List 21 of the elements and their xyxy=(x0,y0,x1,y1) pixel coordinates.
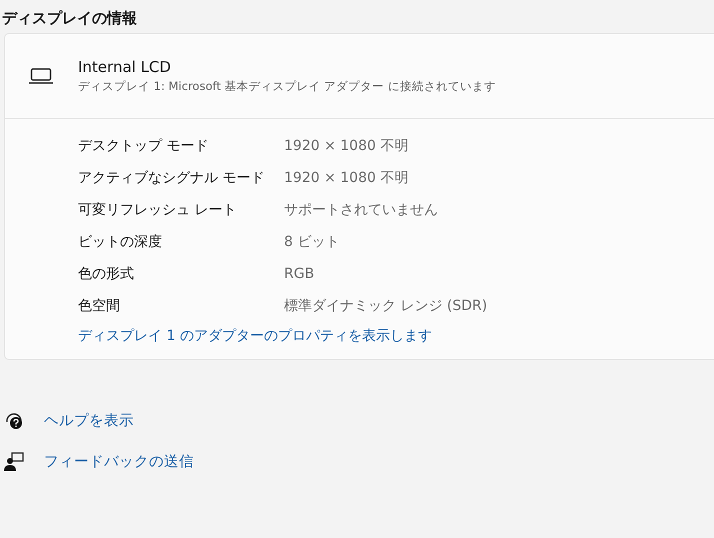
property-value: RGB xyxy=(284,266,314,282)
display-description: ディスプレイ 1: Microsoft 基本ディスプレイ アダプター に接続されています xyxy=(78,79,496,94)
section-title: ディスプレイの情報 xyxy=(1,8,138,29)
property-label: 可変リフレッシュ レート xyxy=(78,201,238,219)
display-name: Internal LCD xyxy=(78,58,172,76)
help-icon xyxy=(4,410,24,430)
property-value: 8 ビット xyxy=(284,233,340,251)
property-value: サポートされていません xyxy=(284,201,438,219)
laptop-icon xyxy=(29,68,53,84)
property-label: 色の形式 xyxy=(78,265,135,283)
person-screen-icon xyxy=(4,452,24,472)
property-label: アクティブなシグナル モード xyxy=(78,169,266,187)
property-label: ビットの深度 xyxy=(78,233,163,251)
property-label: 色空間 xyxy=(78,297,121,315)
property-value: 標準ダイナミック レンジ (SDR) xyxy=(284,297,488,315)
property-label: デスクトップ モード xyxy=(78,137,210,155)
property-value: 1920 × 1080 不明 xyxy=(284,169,408,187)
adapter-properties-link[interactable]: ディスプレイ 1 のアダプターのプロパティを表示します xyxy=(78,322,714,350)
footer-link[interactable]: フィードバックの送信 xyxy=(44,452,194,471)
footer-link[interactable]: ヘルプを表示 xyxy=(44,411,134,430)
property-value: 1920 × 1080 不明 xyxy=(284,137,408,155)
